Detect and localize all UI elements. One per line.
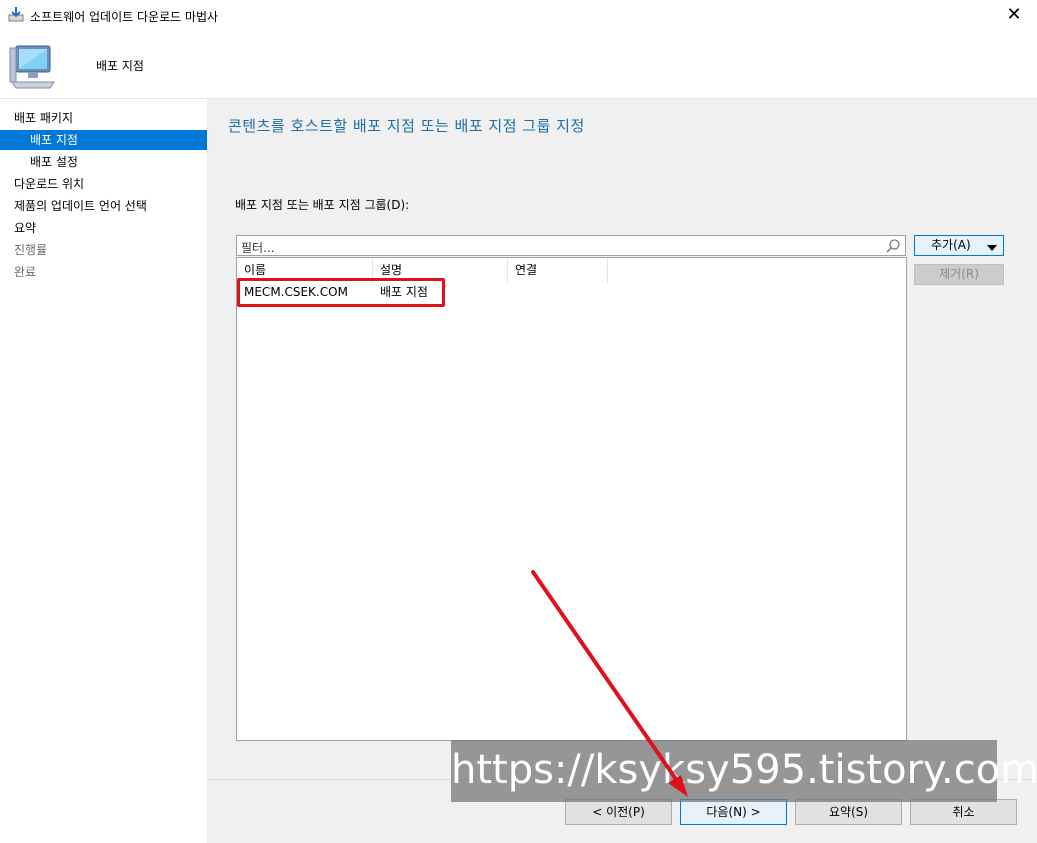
cancel-button[interactable]: 취소: [910, 799, 1017, 825]
title-bar: 소프트웨어 업데이트 다운로드 마법사 ✕: [0, 0, 1037, 32]
column-header-connection[interactable]: 연결: [508, 258, 608, 284]
nav-item-progress: 진행률: [14, 243, 48, 257]
nav-item-distribution-settings[interactable]: 배포 설정: [0, 152, 207, 172]
wizard-header: 배포 지점: [0, 32, 1037, 99]
nav-item-download-location[interactable]: 다운로드 위치: [0, 174, 207, 194]
filter-input[interactable]: 필터...: [236, 235, 906, 256]
wizard-nav: 배포 패키지 배포 지점 배포 설정 다운로드 위치 제품의 업데이트 언어 선…: [0, 99, 207, 843]
chevron-down-icon[interactable]: [987, 245, 997, 251]
close-button[interactable]: ✕: [991, 0, 1037, 32]
list-label: 배포 지점 또는 배포 지점 그룹(D):: [235, 198, 410, 212]
distribution-point-list[interactable]: 이름 설명 연결 MECM.CSEK.COM 배포 지점: [236, 257, 907, 741]
nav-item-language-selection[interactable]: 제품의 업데이트 언어 선택: [0, 196, 207, 216]
summary-button[interactable]: 요약(S): [795, 799, 902, 825]
nav-item-summary[interactable]: 요약: [0, 218, 207, 238]
page-heading: 콘텐츠를 호스트할 배포 지점 또는 배포 지점 그룹 지정: [228, 117, 585, 135]
nav-item-distribution-points[interactable]: 배포 지점: [0, 130, 207, 150]
previous-button[interactable]: < 이전(P): [565, 799, 672, 825]
annotation-highlight-box: [237, 278, 445, 307]
wizard-content: 콘텐츠를 호스트할 배포 지점 또는 배포 지점 그룹 지정 배포 지점 또는 …: [207, 99, 1037, 843]
row-connection-cell[interactable]: [508, 282, 608, 302]
nav-item-completion: 완료: [14, 265, 37, 279]
window-title: 소프트웨어 업데이트 다운로드 마법사: [30, 10, 219, 24]
download-wizard-icon: [8, 7, 24, 22]
nav-item-deployment-package[interactable]: 배포 패키지: [0, 108, 207, 128]
search-icon[interactable]: [885, 238, 901, 254]
add-button[interactable]: 추가(A): [914, 235, 1004, 256]
close-icon[interactable]: ✕: [1006, 4, 1021, 25]
next-button[interactable]: 다음(N) >: [680, 799, 787, 825]
remove-button: 제거(R): [914, 264, 1004, 285]
watermark-text: https://ksyksy595.tistory.com: [451, 740, 1037, 802]
add-button-label[interactable]: 추가(A): [931, 238, 971, 252]
header-title: 배포 지점: [96, 59, 144, 73]
computer-icon: [9, 45, 55, 89]
filter-placeholder[interactable]: 필터...: [241, 239, 275, 256]
